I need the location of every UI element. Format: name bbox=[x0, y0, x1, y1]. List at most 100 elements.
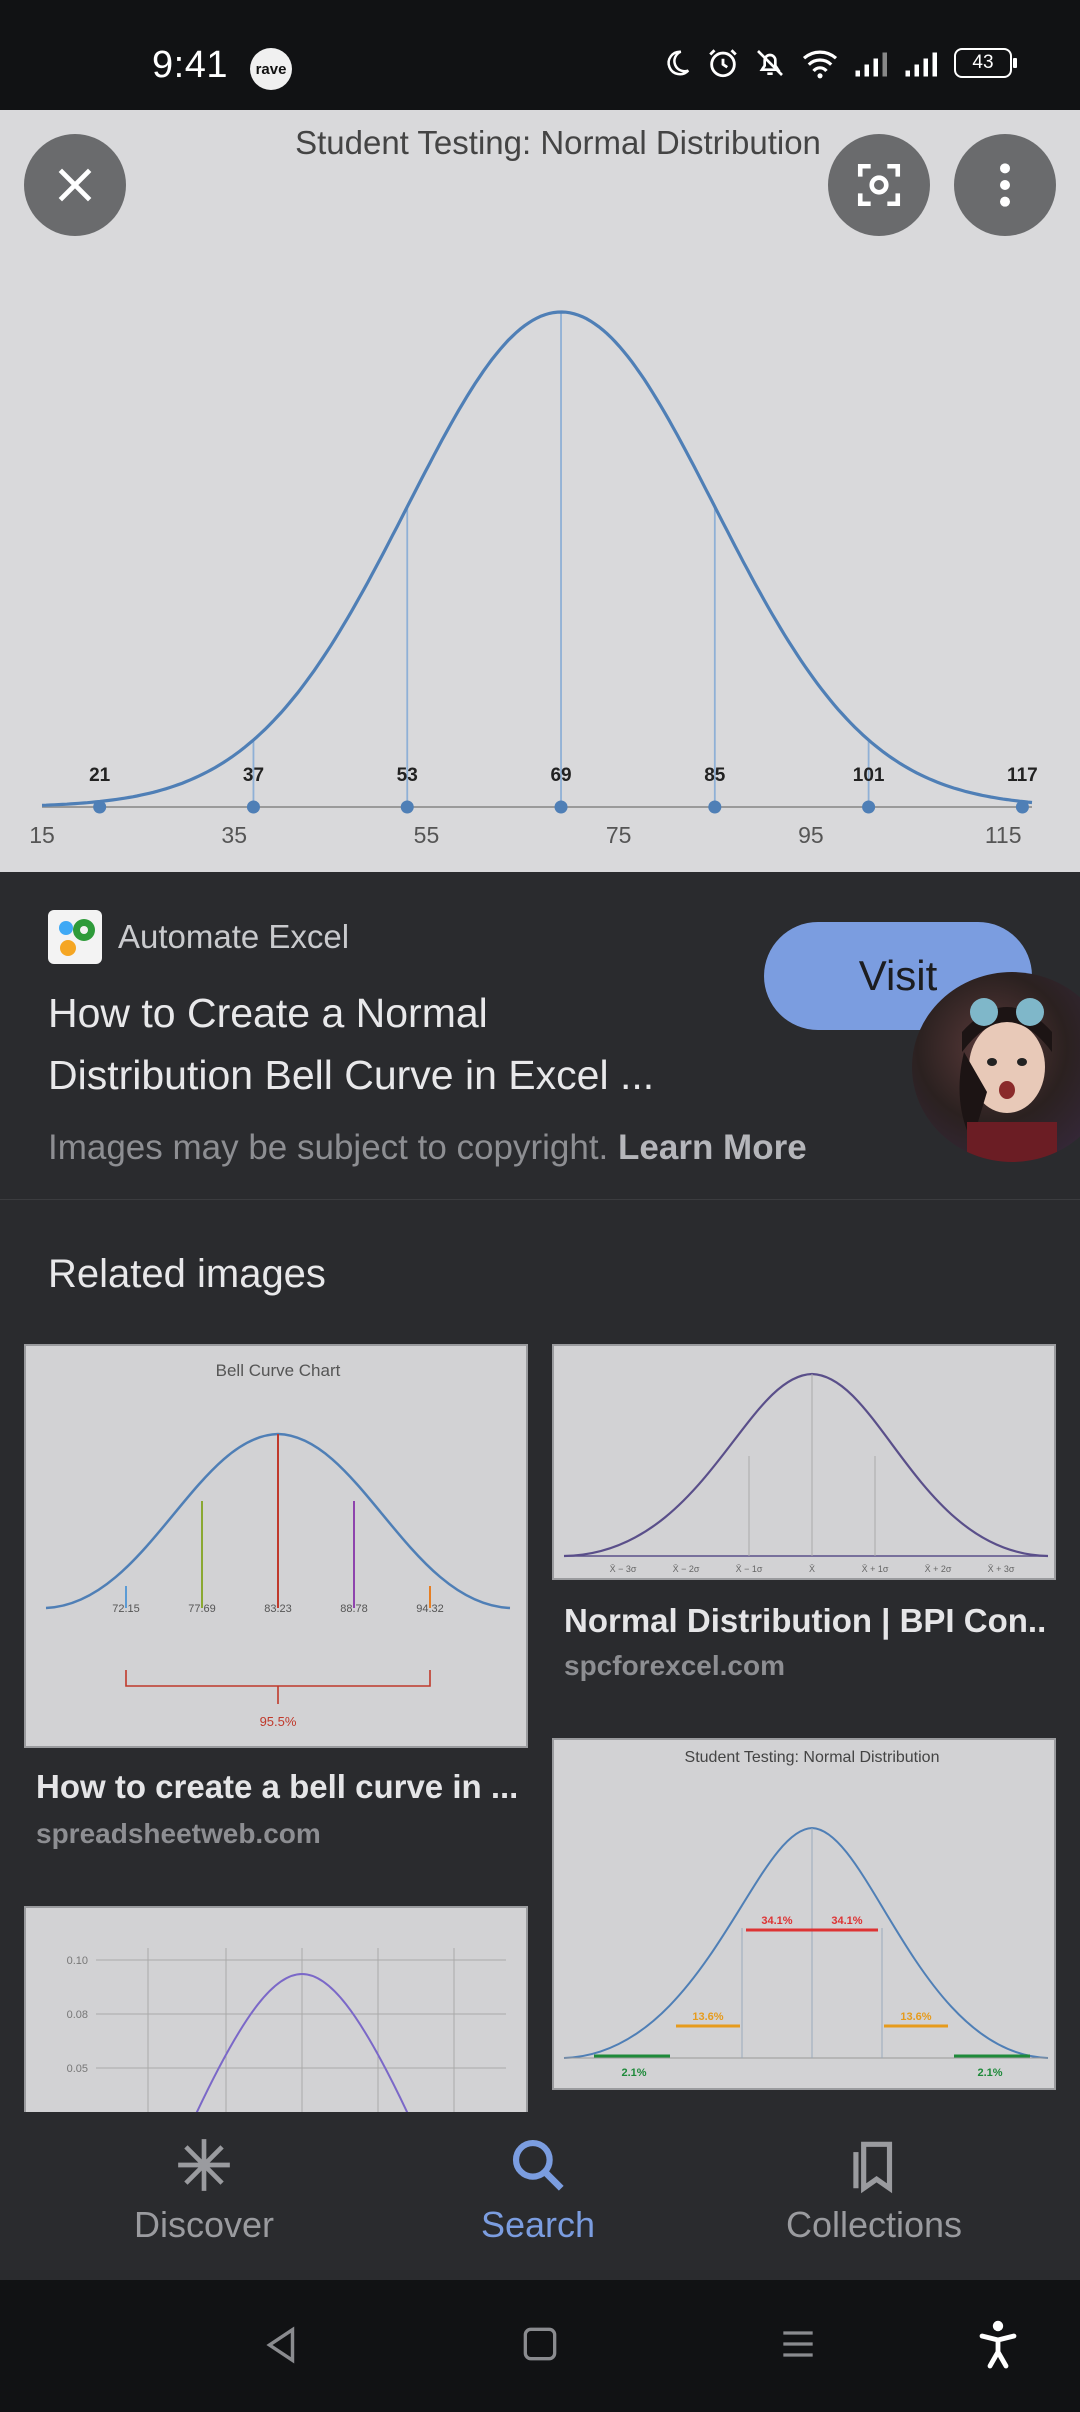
marker-label: 37 bbox=[243, 765, 264, 786]
marker-point bbox=[93, 800, 107, 814]
thumb-pct: 34.1% bbox=[831, 1915, 862, 1927]
x-tick-label: 15 bbox=[29, 822, 55, 848]
thumb-label: X̄ − 3σ bbox=[610, 1564, 637, 1574]
marker-point bbox=[554, 800, 568, 814]
nav-label-search: Search bbox=[480, 2204, 596, 2245]
related-image-2[interactable]: X̄ − 3σ X̄ − 2σ X̄ − 1σ X̄ X̄ + 1σ X̄ + … bbox=[552, 1344, 1056, 1580]
close-button[interactable] bbox=[24, 134, 126, 236]
status-bar: 9:41 rave 43 bbox=[0, 0, 1080, 110]
thumb-label: 77.69 bbox=[188, 1603, 216, 1615]
back-icon[interactable] bbox=[258, 2322, 304, 2368]
close-icon bbox=[58, 168, 92, 202]
site-name[interactable]: Automate Excel bbox=[118, 918, 349, 956]
marker-point bbox=[400, 800, 414, 814]
status-time: 9:41 bbox=[152, 44, 228, 86]
thumb-label: 72.15 bbox=[112, 1603, 140, 1615]
marker-label: 21 bbox=[89, 765, 111, 786]
thumb-tick: 0.10 bbox=[67, 1955, 88, 1967]
thumb-label: X̄ bbox=[809, 1564, 815, 1574]
related-domain-2: spcforexcel.com bbox=[564, 1650, 785, 1681]
battery-indicator: 43 bbox=[954, 48, 1017, 78]
thumb-label: X̄ − 1σ bbox=[736, 1564, 763, 1574]
nav-label-discover: Discover bbox=[133, 2204, 275, 2245]
related-title-1[interactable]: How to create a bell curve in ... bbox=[36, 1768, 516, 1806]
source-panel: Automate Excel How to Create a Normal Di… bbox=[0, 872, 1080, 1200]
bell-curve-chart: Student Testing: Normal Distribution 21 3… bbox=[29, 124, 1038, 848]
thumb-label: 94.32 bbox=[416, 1603, 444, 1615]
home-icon[interactable] bbox=[518, 2322, 562, 2366]
lens-button[interactable] bbox=[828, 134, 930, 236]
accessibility-icon[interactable] bbox=[974, 2318, 1022, 2370]
related-title-2[interactable]: Normal Distribution | BPI Con... bbox=[564, 1602, 1048, 1640]
lens-icon bbox=[857, 163, 901, 207]
thumb-pct: 2.1% bbox=[977, 2067, 1002, 2079]
related-image-3[interactable]: Student Testing: Normal Distribution 34.… bbox=[552, 1738, 1056, 2090]
x-tick-label: 115 bbox=[985, 822, 1022, 848]
site-favicon bbox=[48, 910, 102, 964]
nav-discover[interactable]: Discover bbox=[54, 2112, 354, 2280]
collections-icon bbox=[853, 2141, 893, 2194]
thumb-label: X̄ + 3σ bbox=[988, 1564, 1015, 1574]
gear-icon bbox=[59, 919, 95, 956]
nav-search[interactable]: Search bbox=[388, 2112, 688, 2280]
system-navigation-bar bbox=[0, 2280, 1080, 2412]
marker-label: 117 bbox=[1007, 765, 1038, 786]
marker-label: 85 bbox=[704, 765, 726, 786]
copyright-text: Images may be subject to copyright. bbox=[48, 1128, 609, 1167]
search-icon bbox=[512, 2139, 564, 2191]
marker-label: 101 bbox=[853, 765, 885, 786]
thumb-pct: 13.6% bbox=[900, 2011, 931, 2023]
alarm-icon bbox=[709, 49, 737, 78]
moon-icon bbox=[667, 50, 690, 76]
marker-point bbox=[862, 800, 876, 814]
marker-point bbox=[708, 800, 722, 814]
learn-more-link[interactable]: Learn More bbox=[618, 1128, 807, 1167]
thumb-line-chart-4: 0.10 0.08 0.05 bbox=[67, 1948, 506, 2112]
marker-point bbox=[1015, 800, 1029, 814]
related-image-1[interactable]: Bell Curve Chart 72.15 77.69 83.23 88.78… bbox=[24, 1344, 528, 1748]
thumb-label: X̄ − 2σ bbox=[673, 1564, 700, 1574]
thumb-pct: 34.1% bbox=[761, 1915, 792, 1927]
signal-icon bbox=[855, 52, 887, 77]
thumb-pct: 2.1% bbox=[621, 2067, 646, 2079]
x-tick-label: 55 bbox=[414, 822, 440, 848]
thumb-label: X̄ + 2σ bbox=[925, 1564, 952, 1574]
x-tick-label: 35 bbox=[221, 822, 247, 848]
thumb-title: Student Testing: Normal Distribution bbox=[685, 1749, 940, 1766]
nav-collections[interactable]: Collections bbox=[724, 2112, 1024, 2280]
wifi-icon bbox=[802, 50, 838, 79]
more-options-button[interactable] bbox=[954, 134, 1056, 236]
image-viewer[interactable]: Student Testing: Normal Distribution 21 3… bbox=[0, 110, 1080, 872]
thumb-bell-chart-2: X̄ − 3σ X̄ − 2σ X̄ − 1σ X̄ X̄ + 1σ X̄ + … bbox=[563, 1372, 1049, 1574]
x-tick-label: 95 bbox=[798, 822, 824, 848]
marker-label: 53 bbox=[397, 765, 418, 786]
nav-label-collections: Collections bbox=[785, 2204, 963, 2245]
bell-off-icon bbox=[757, 50, 783, 76]
source-title-line1: How to Create a Normal bbox=[48, 990, 488, 1036]
thumb-label: 88.78 bbox=[340, 1603, 368, 1615]
thumb-pct: 13.6% bbox=[692, 2011, 723, 2023]
more-vert-icon bbox=[1000, 163, 1010, 207]
source-title-line2: Distribution Bell Curve in Excel ... bbox=[48, 1052, 655, 1098]
asterisk-icon bbox=[178, 2139, 230, 2191]
thumb-tick: 0.08 bbox=[67, 2009, 88, 2021]
marker-label: 69 bbox=[550, 765, 571, 786]
thumb-bell-chart-1: Bell Curve Chart 72.15 77.69 83.23 88.78… bbox=[45, 1361, 511, 1729]
bottom-navigation: Discover Search Collections bbox=[0, 2112, 1080, 2280]
thumb-label: X̄ + 1σ bbox=[862, 1564, 889, 1574]
status-icons: 43 bbox=[662, 46, 1017, 80]
marker-point bbox=[246, 800, 260, 814]
bell-curve-series bbox=[41, 310, 1033, 807]
copyright-notice: Images may be subject to copyright. Lear… bbox=[48, 1128, 807, 1168]
signal-icon bbox=[905, 52, 937, 77]
related-domain-1: spreadsheetweb.com bbox=[36, 1818, 321, 1849]
related-images-heading: Related images bbox=[48, 1252, 326, 1296]
x-tick-label: 75 bbox=[606, 822, 632, 848]
thumb-bell-chart-3: Student Testing: Normal Distribution 34.… bbox=[563, 1749, 1049, 2079]
recents-icon[interactable] bbox=[776, 2322, 820, 2366]
related-image-4[interactable]: 0.10 0.08 0.05 bbox=[24, 1906, 528, 2112]
chart-title: Student Testing: Normal Distribution bbox=[295, 124, 821, 161]
source-title[interactable]: How to Create a Normal Distribution Bell… bbox=[48, 982, 808, 1106]
thumb-tick: 0.05 bbox=[67, 2063, 88, 2075]
thumb-title: Bell Curve Chart bbox=[216, 1361, 341, 1380]
